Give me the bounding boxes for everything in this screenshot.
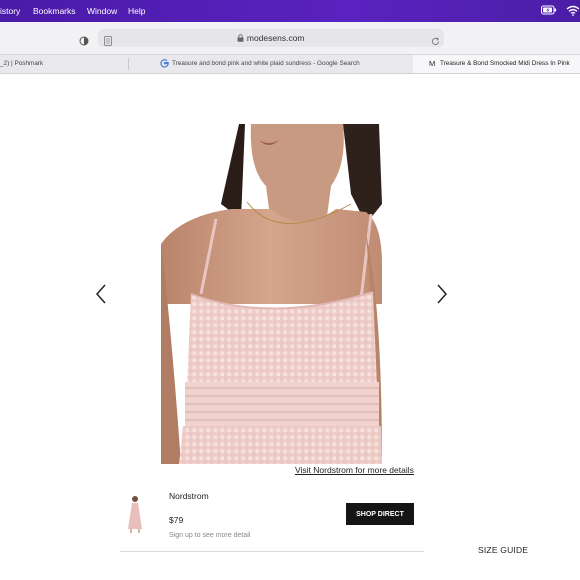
url-display[interactable]: modesens.com	[98, 33, 444, 43]
tab-title: Treasure and bond pink and white plaid s…	[172, 60, 360, 67]
tab-google-search[interactable]: Treasure and bond pink and white plaid s…	[129, 55, 413, 73]
product-price: $79	[169, 515, 184, 525]
tab-modesens-product[interactable]: M Treasure & Bond Smocked Midi Dress In …	[413, 55, 580, 73]
url-text: modesens.com	[246, 33, 305, 43]
menu-history[interactable]: istory	[0, 6, 20, 16]
previous-image-arrow-icon[interactable]	[94, 284, 108, 304]
tab-title: Treasure & Bond Smocked Midi Dress In Pi…	[440, 60, 570, 67]
menu-bar: istory Bookmarks Window Help	[0, 0, 580, 22]
shop-direct-button[interactable]: SHOP DIRECT	[346, 503, 414, 525]
modesens-m-icon: M	[429, 59, 436, 68]
address-bar[interactable]: modesens.com	[98, 29, 444, 47]
google-icon	[160, 59, 169, 70]
menu-window[interactable]: Window	[87, 6, 117, 16]
privacy-shield-icon[interactable]	[79, 33, 89, 51]
tab-title: _2) | Poshmark	[0, 60, 44, 67]
signup-note[interactable]: Sign up to see more detail	[169, 532, 250, 539]
tab-poshmark[interactable]: _2) | Poshmark	[0, 55, 128, 73]
next-image-arrow-icon[interactable]	[435, 284, 449, 304]
lock-icon	[237, 34, 244, 42]
battery-icon[interactable]	[541, 5, 557, 17]
divider	[120, 551, 424, 552]
retailer-name: Nordstrom	[169, 491, 209, 501]
tab-strip: _2) | Poshmark Treasure and bond pink an…	[0, 54, 580, 74]
reload-icon[interactable]	[431, 33, 440, 51]
menu-help[interactable]: Help	[128, 6, 145, 16]
visit-retailer-link[interactable]: Visit Nordstrom for more details	[295, 465, 414, 475]
menu-bookmarks[interactable]: Bookmarks	[33, 6, 76, 16]
product-image[interactable]	[161, 124, 382, 464]
product-thumbnail[interactable]	[124, 495, 146, 533]
size-guide-link[interactable]: SIZE GUIDE	[478, 545, 528, 555]
wifi-icon[interactable]	[566, 5, 580, 18]
